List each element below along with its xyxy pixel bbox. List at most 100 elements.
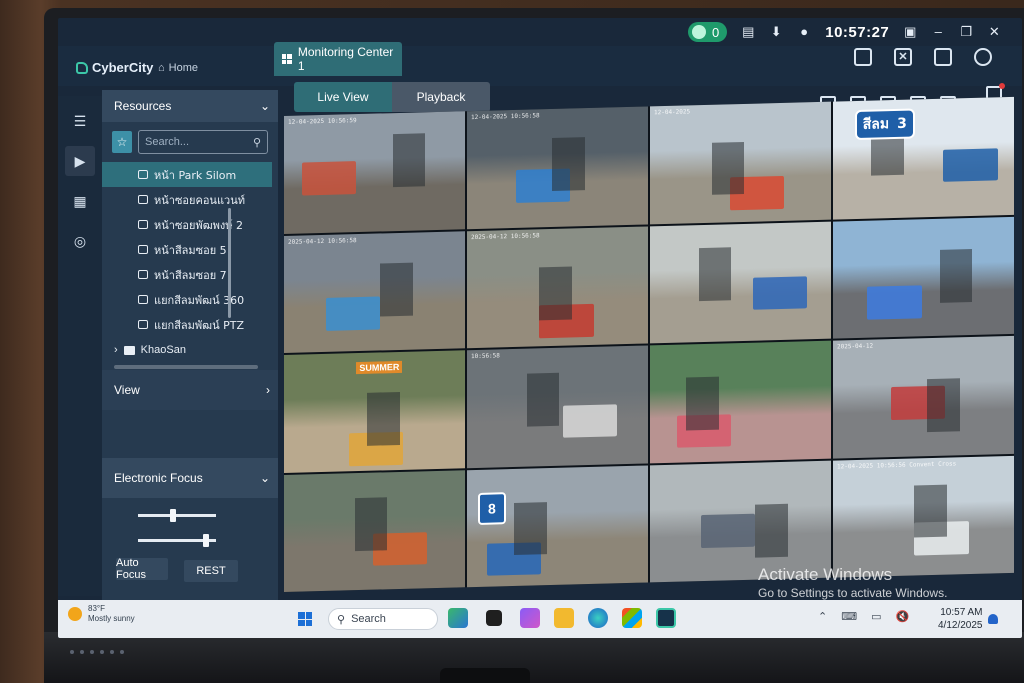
camera-feed-tile[interactable]: 12-04-2025 10:56:56 Convent Cross	[833, 455, 1014, 578]
search-input[interactable]	[145, 136, 245, 148]
camera-label: หน้าซอยคอนแวนท์	[154, 193, 245, 207]
folder-icon	[123, 345, 135, 355]
windows-start-icon[interactable]	[298, 612, 312, 626]
home-link[interactable]: ⌂ Home	[158, 62, 198, 74]
feed-timestamp: 2025-04-12	[837, 342, 874, 351]
live-camera-icon[interactable]: ▶	[65, 146, 95, 176]
feed-scene-block	[552, 137, 585, 192]
close-all-icon[interactable]: ✕	[894, 48, 912, 66]
app-logo[interactable]: CyberCity	[76, 60, 153, 75]
camera-feed-tile[interactable]	[650, 340, 831, 463]
tree-group[interactable]: › KhaoSan	[102, 337, 278, 363]
view-section-header[interactable]: View ›	[102, 370, 278, 410]
camera-feed-tile[interactable]: 2025-04-12 10:56:58	[467, 225, 648, 349]
activation-watermark: Activate Windows Go to Settings to activ…	[758, 566, 947, 602]
camera-feed-tile[interactable]: 12-04-2025 10:56:58	[467, 106, 648, 229]
feed-scene-block	[939, 249, 973, 303]
collapse-menu-icon[interactable]: ☰	[65, 106, 95, 136]
favorites-star-icon[interactable]: ☆	[112, 131, 132, 153]
location-icon[interactable]: ◎	[65, 226, 95, 256]
camera-feed-tile[interactable]: 12-04-2025	[650, 101, 831, 224]
store-app-icon[interactable]	[622, 608, 642, 628]
auto-focus-button[interactable]: Auto Focus	[116, 557, 168, 581]
live-view-button[interactable]: Live View	[294, 82, 392, 112]
camera-item[interactable]: หน้าสีลมซอย 5	[102, 237, 278, 262]
camera-item[interactable]: แยกสีลมพัฒน์ PTZ	[102, 312, 278, 337]
lock-icon[interactable]: ▣	[903, 25, 917, 39]
download-icon[interactable]: ⬇	[769, 25, 783, 39]
feed-scene-block	[325, 296, 380, 331]
feed-timestamp: 2025-04-12 10:56:58	[471, 231, 540, 241]
playback-button[interactable]: Playback	[392, 82, 490, 112]
camera-item[interactable]: หน้า Park Silom	[102, 162, 272, 187]
camera-feed-tile[interactable]	[650, 221, 831, 344]
camera-feed-tile[interactable]	[284, 469, 465, 592]
camera-feed-tile[interactable]: สีลม 3	[833, 96, 1014, 220]
weather-widget[interactable]: 83°F Mostly sunny	[68, 604, 135, 624]
widgets-app-icon[interactable]	[448, 608, 468, 628]
feed-timestamp: 10:56:58	[471, 352, 500, 361]
camera-item[interactable]: หน้าสีลมซอย 7	[102, 262, 278, 287]
view-title: View	[114, 383, 140, 397]
street-sign: 8	[477, 492, 506, 525]
zoom-slider[interactable]	[138, 509, 216, 522]
notification-pill[interactable]: 0	[688, 22, 728, 42]
keyboard-icon[interactable]: ⌨	[841, 610, 857, 623]
camera-feed-tile[interactable]: 10:56:58	[467, 345, 648, 468]
feed-scene-block	[539, 266, 572, 321]
cybercity-app-icon[interactable]	[656, 608, 676, 628]
map-panel-icon[interactable]: ▦	[65, 186, 95, 216]
feed-timestamp: 12-04-2025 10:56:59	[288, 117, 357, 126]
camera-item[interactable]: แยกสีลมพัฒน์ 360	[102, 287, 278, 312]
user-icon[interactable]: ●	[797, 25, 811, 39]
panel-horizontal-scrollbar[interactable]	[114, 365, 258, 369]
task-view-icon[interactable]	[486, 610, 502, 626]
focus-slider[interactable]	[138, 534, 216, 547]
electronic-focus-header[interactable]: Electronic Focus ⌄	[102, 458, 278, 498]
camera-label: หน้าสีลมซอย 7	[154, 268, 227, 282]
notification-bell-icon[interactable]	[988, 614, 998, 624]
camera-feed-tile[interactable]: 2025-04-12	[833, 335, 1014, 459]
cybercity-logo-icon	[76, 61, 88, 74]
camera-grid: 12-04-2025 10:56:59 12-04-2025 10:56:58 12…	[284, 96, 1014, 592]
panel-scrollbar[interactable]	[228, 208, 231, 318]
camera-item[interactable]: หน้าซอยคอนแวนท์	[102, 187, 278, 212]
feed-scene-block	[367, 391, 400, 446]
close-icon[interactable]: ✕	[987, 25, 1001, 39]
document-icon[interactable]: ▤	[741, 25, 755, 39]
taskbar-search[interactable]: ⚲ Search	[328, 608, 438, 630]
taskbar-search-label: Search	[351, 613, 386, 625]
minimize-icon[interactable]: –	[931, 25, 945, 39]
volume-muted-icon[interactable]: 🔇	[896, 610, 910, 623]
resources-header[interactable]: Resources ⌄	[102, 90, 278, 122]
zoom-slider-handle[interactable]	[170, 509, 177, 522]
file-explorer-icon[interactable]	[554, 608, 574, 628]
restore-icon[interactable]: ❐	[959, 25, 973, 39]
search-field[interactable]: ⚲	[138, 130, 268, 154]
chevron-up-icon[interactable]: ⌃	[818, 610, 827, 623]
camera-feed-tile[interactable]: 12-04-2025 10:56:59	[284, 111, 465, 234]
zoom-search-icon[interactable]	[974, 48, 992, 66]
screenshot-icon[interactable]	[934, 48, 952, 66]
tab-monitoring-center[interactable]: Monitoring Center 1	[274, 42, 402, 76]
camera-feed-tile[interactable]	[833, 216, 1014, 339]
camera-icon	[138, 270, 148, 279]
edge-browser-icon[interactable]	[588, 608, 608, 628]
camera-feed-tile[interactable]: 8	[467, 464, 648, 588]
feed-scene-block	[562, 403, 618, 439]
focus-slider-handle[interactable]	[202, 534, 209, 547]
camera-icon	[138, 320, 148, 329]
system-clock: 10:57:27	[825, 23, 890, 41]
reset-button[interactable]: REST	[184, 560, 238, 582]
weather-desc: Mostly sunny	[88, 614, 135, 623]
copilot-app-icon[interactable]	[520, 608, 540, 628]
feed-scene-block	[392, 133, 426, 188]
camera-feed-tile[interactable]: 2025-04-12 10:56:58	[284, 230, 465, 353]
save-icon[interactable]	[854, 48, 872, 66]
camera-item[interactable]: หน้าซอยพัฒพงษ์ 2	[102, 212, 278, 237]
monitor-indicator-lights	[70, 650, 124, 654]
camera-feed-tile[interactable]: SUMMER	[284, 350, 465, 473]
taskbar-time: 10:57 AM	[940, 607, 983, 618]
taskbar-clock[interactable]: 10:57 AM 4/12/2025	[938, 606, 983, 632]
network-icon[interactable]: ▭	[871, 610, 881, 623]
